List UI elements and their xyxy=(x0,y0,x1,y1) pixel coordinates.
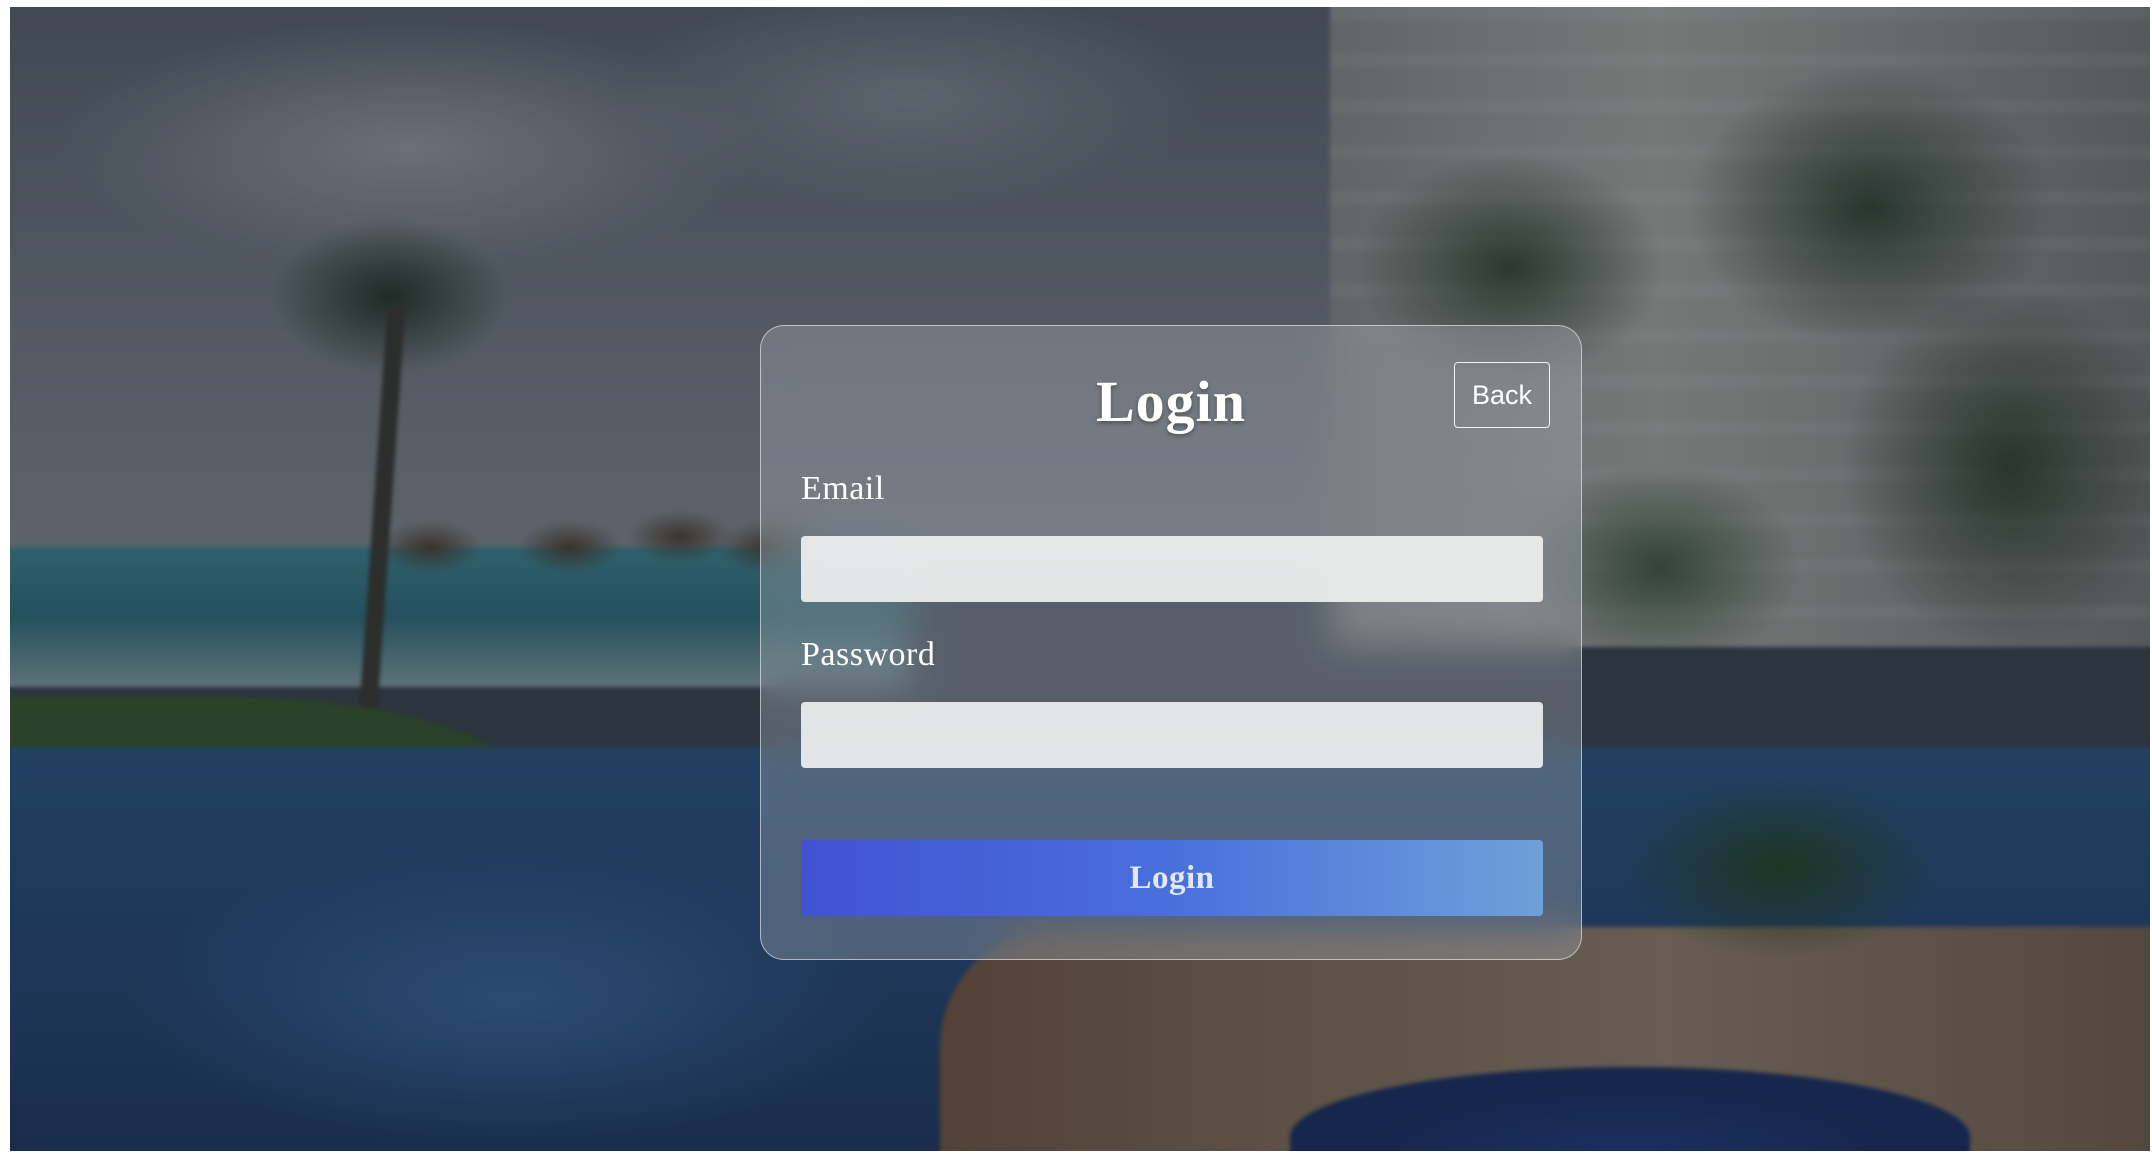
login-button[interactable]: Login xyxy=(801,840,1543,916)
password-label: Password xyxy=(801,636,936,673)
back-button[interactable]: Back xyxy=(1454,362,1550,428)
password-field[interactable] xyxy=(801,702,1543,768)
email-label: Email xyxy=(801,470,885,507)
email-field[interactable] xyxy=(801,536,1543,602)
login-card: Login Back Email Password Login xyxy=(760,325,1582,960)
